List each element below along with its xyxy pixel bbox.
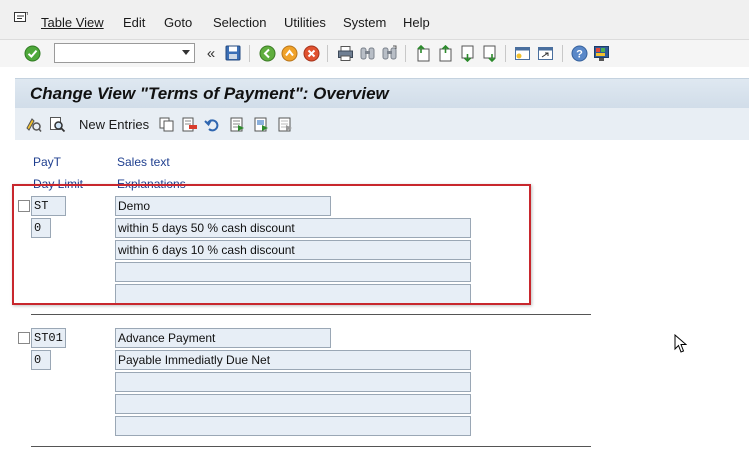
entry-divider — [31, 314, 591, 315]
new-entries-button[interactable]: New Entries — [79, 117, 149, 132]
select-block-icon[interactable] — [253, 116, 270, 133]
previous-page-icon[interactable] — [436, 44, 454, 62]
menu-bar: Table View Edit Goto Selection Utilities… — [0, 0, 749, 40]
command-input[interactable] — [57, 45, 175, 61]
separator — [505, 45, 506, 62]
print-icon[interactable] — [336, 44, 354, 62]
title-bar: Change View "Terms of Payment": Overview — [15, 78, 749, 108]
dropdown-arrow-icon[interactable] — [182, 50, 190, 55]
delete-icon[interactable] — [181, 116, 198, 133]
back-icon[interactable] — [258, 44, 276, 62]
exit-icon[interactable] — [280, 44, 298, 62]
menu-help[interactable]: Help — [403, 15, 430, 30]
menu-utilities[interactable]: Utilities — [284, 15, 326, 30]
separator — [327, 45, 328, 62]
explanation-field[interactable] — [115, 394, 471, 414]
display-icon[interactable] — [49, 116, 66, 133]
collapse-command-icon[interactable]: « — [202, 44, 220, 62]
customize-layout-icon[interactable] — [592, 44, 610, 62]
last-page-icon[interactable] — [480, 44, 498, 62]
save-icon[interactable] — [224, 44, 242, 62]
highlight-box — [12, 184, 531, 305]
cancel-icon[interactable] — [302, 44, 320, 62]
find-next-icon[interactable] — [380, 44, 398, 62]
undo-change-icon[interactable] — [204, 116, 221, 133]
menu-system[interactable]: System — [343, 15, 386, 30]
select-all-icon[interactable] — [229, 116, 246, 133]
deselect-all-icon[interactable] — [277, 116, 294, 133]
first-page-icon[interactable] — [414, 44, 432, 62]
menu-selection[interactable]: Selection — [213, 15, 266, 30]
explanation-field[interactable] — [115, 372, 471, 392]
explanation-field[interactable] — [115, 416, 471, 436]
page-title: Change View "Terms of Payment": Overview — [30, 84, 389, 103]
enter-check-icon[interactable] — [23, 44, 41, 62]
svg-text:?: ? — [576, 48, 583, 60]
row-select-checkbox[interactable] — [18, 332, 30, 344]
system-menu-icon[interactable] — [14, 11, 29, 24]
application-toolbar: New Entries — [15, 108, 749, 140]
help-icon[interactable]: ? — [570, 44, 588, 62]
entry-divider — [31, 446, 591, 447]
explanation-field[interactable]: Payable Immediatly Due Net — [115, 350, 471, 370]
separator — [249, 45, 250, 62]
separator — [562, 45, 563, 62]
shortcut-icon[interactable] — [536, 44, 554, 62]
mouse-pointer-icon — [674, 333, 688, 357]
command-field[interactable] — [54, 43, 195, 63]
standard-toolbar: « ? — [0, 40, 749, 67]
day-limit-field[interactable]: 0 — [31, 350, 51, 370]
find-icon[interactable] — [358, 44, 376, 62]
create-session-icon[interactable] — [513, 44, 531, 62]
menu-goto[interactable]: Goto — [164, 15, 192, 30]
separator — [405, 45, 406, 62]
display-change-icon[interactable] — [25, 116, 42, 133]
next-page-icon[interactable] — [458, 44, 476, 62]
menu-edit[interactable]: Edit — [123, 15, 145, 30]
sales-text-field[interactable]: Advance Payment — [115, 328, 331, 348]
menu-table-view[interactable]: Table View — [41, 15, 104, 30]
payt-field[interactable]: ST01 — [31, 328, 66, 348]
column-header-sales-text: Sales text — [117, 155, 170, 169]
column-header-payt: PayT — [33, 155, 62, 169]
copy-as-icon[interactable] — [158, 116, 175, 133]
